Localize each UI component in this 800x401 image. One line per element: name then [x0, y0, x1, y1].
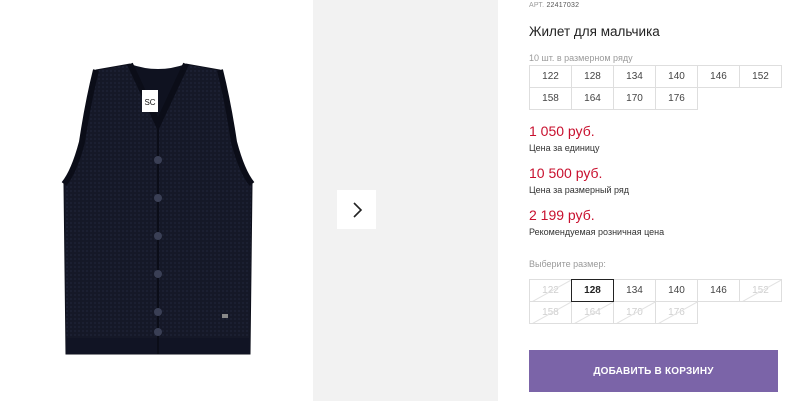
pack-size-cell: 128 — [571, 65, 614, 88]
retail-price-label: Рекомендуемая розничная цена — [529, 227, 665, 237]
size-option-128[interactable]: 128 — [571, 279, 614, 302]
size-picker-grid: 122 128 134 140 146 152 158 164 170 176 — [529, 279, 782, 324]
size-option-122: 122 — [529, 279, 572, 302]
pack-size-cell: 122 — [529, 65, 572, 88]
pack-size-cell: 146 — [697, 65, 740, 88]
size-option-164: 164 — [571, 301, 614, 324]
row-price: 10 500 руб. — [529, 165, 603, 181]
pack-note: 10 шт. в размерном ряду — [529, 53, 633, 63]
size-picker-label: Выберите размер: — [529, 259, 606, 269]
size-option-134[interactable]: 134 — [613, 279, 656, 302]
size-option-170: 170 — [613, 301, 656, 324]
pack-size-cell: 170 — [613, 87, 656, 110]
chevron-right-icon — [352, 201, 362, 218]
product-image-panel: SC — [0, 0, 313, 401]
next-image-button[interactable] — [337, 190, 376, 229]
unit-price: 1 050 руб. — [529, 123, 595, 139]
pack-size-cell: 134 — [613, 65, 656, 88]
product-photo-vest: SC — [61, 62, 255, 355]
size-option-146[interactable]: 146 — [697, 279, 740, 302]
unit-price-label: Цена за единицу — [529, 143, 600, 153]
add-to-cart-button[interactable]: ДОБАВИТЬ В КОРЗИНУ — [529, 350, 778, 392]
logo-tag: SC — [144, 98, 155, 107]
retail-price: 2 199 руб. — [529, 207, 595, 223]
pack-size-cell: 158 — [529, 87, 572, 110]
size-option-158: 158 — [529, 301, 572, 324]
size-option-152: 152 — [739, 279, 782, 302]
pack-size-cell: 152 — [739, 65, 782, 88]
size-option-140[interactable]: 140 — [655, 279, 698, 302]
pack-size-cell: 140 — [655, 65, 698, 88]
sku-value: 22417032 — [546, 2, 580, 9]
sku-label: АРТ. — [529, 2, 545, 9]
pack-size-cell: 164 — [571, 87, 614, 110]
row-price-label: Цена за размерный ряд — [529, 185, 630, 195]
pack-sizes-grid: 122 128 134 140 146 152 158 164 170 176 — [529, 65, 782, 110]
sku: АРТ. 22417032 — [529, 2, 579, 9]
pack-size-cell: 176 — [655, 87, 698, 110]
product-title: Жилет для мальчика — [529, 24, 660, 39]
size-option-176: 176 — [655, 301, 698, 324]
